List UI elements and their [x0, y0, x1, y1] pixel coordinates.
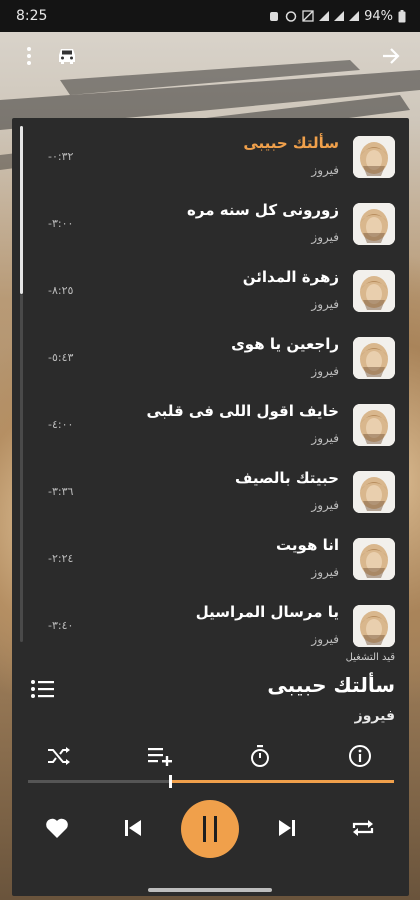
song-row[interactable]: خايف اقول اللى فى قلبى فيروز -٤:٠٠ [12, 394, 409, 461]
battery-icon [398, 9, 406, 22]
song-title: زهرة المدائن [242, 268, 339, 286]
artist-photo-icon [353, 203, 395, 245]
seek-bar-thumb[interactable] [169, 775, 172, 788]
repeat-button[interactable] [348, 813, 378, 843]
signal-icon [319, 11, 330, 21]
song-duration: -٥:٤٣ [48, 351, 74, 364]
pause-icon [203, 816, 217, 842]
playlist-add-icon [148, 748, 172, 766]
now-playing-label: قيد التشغيل [345, 652, 395, 663]
song-info-button[interactable] [345, 741, 375, 771]
song-artist: فيروز [311, 431, 339, 445]
song-artist: فيروز [311, 632, 339, 646]
queue-button[interactable] [30, 678, 56, 700]
seek-bar[interactable] [28, 775, 394, 788]
song-title: يا مرسال المراسيل [195, 603, 339, 621]
repeat-icon [352, 820, 374, 836]
shuffle-button[interactable] [44, 741, 74, 771]
artist-photo-icon [353, 538, 395, 580]
song-artist: فيروز [311, 163, 339, 177]
song-title: زورونى كل سنه مره [187, 201, 339, 219]
song-duration: -٤:٠٠ [48, 418, 74, 431]
song-row[interactable]: حبيتك بالصيف فيروز -٣:٣٦ [12, 461, 409, 528]
song-title: سألتك حبيبى [243, 134, 339, 152]
shuffle-icon [48, 747, 70, 765]
player-panel: سألتك حبيبى فيروز -٠:٣٢ زورونى كل سنه مر… [12, 118, 409, 896]
action-row [12, 741, 409, 771]
artist-photo-icon [353, 471, 395, 513]
previous-button[interactable] [118, 813, 148, 843]
song-artist: فيروز [311, 565, 339, 579]
song-duration: -٠:٣٢ [48, 150, 74, 163]
song-row[interactable]: راجعين يا هوى فيروز -٥:٤٣ [12, 327, 409, 394]
favorite-button[interactable] [42, 813, 72, 843]
list-icon [31, 680, 54, 698]
song-artist: فيروز [311, 297, 339, 311]
song-row[interactable]: سألتك حبيبى فيروز -٠:٣٢ [12, 126, 409, 193]
now-playing-title: سألتك حبيبى [267, 673, 395, 697]
mute-icon [302, 10, 314, 22]
artist-photo-icon [353, 136, 395, 178]
skip-previous-icon [125, 820, 141, 836]
sleep-timer-button[interactable] [245, 741, 275, 771]
now-playing-artist: فيروز [354, 708, 395, 724]
car-icon [59, 49, 75, 64]
song-duration: -٣:٤٠ [48, 619, 74, 632]
status-icons: 94% [268, 9, 406, 24]
forward-button[interactable] [376, 41, 406, 71]
artist-photo-icon [353, 270, 395, 312]
arrow-forward-icon [383, 48, 400, 64]
artist-photo-icon [353, 605, 395, 647]
alarm-icon [285, 11, 297, 22]
artist-photo-icon [353, 337, 395, 379]
home-gesture-pill[interactable] [148, 888, 272, 892]
play-pause-button[interactable] [181, 800, 239, 858]
song-thumbnail [353, 605, 395, 647]
song-title: حبيتك بالصيف [234, 469, 339, 487]
song-list: سألتك حبيبى فيروز -٠:٣٢ زورونى كل سنه مر… [12, 118, 409, 648]
next-button[interactable] [272, 813, 302, 843]
artist-photo-icon [353, 404, 395, 446]
info-icon [349, 745, 371, 767]
seek-bar-progress [171, 780, 394, 783]
song-thumbnail [353, 337, 395, 379]
song-row[interactable]: زورونى كل سنه مره فيروز -٣:٠٠ [12, 193, 409, 260]
signal-icon-2 [334, 11, 345, 21]
skip-next-icon [279, 820, 295, 836]
song-thumbnail [353, 203, 395, 245]
song-duration: -٣:٠٠ [48, 217, 74, 230]
gesture-nav-bar [0, 880, 420, 900]
song-duration: -٣:٣٦ [48, 485, 74, 498]
song-duration: -٢:٢٤ [48, 552, 74, 565]
song-row[interactable]: انا هويت فيروز -٢:٢٤ [12, 528, 409, 595]
song-duration: -٨:٢٥ [48, 284, 74, 297]
song-row[interactable]: زهرة المدائن فيروز -٨:٢٥ [12, 260, 409, 327]
wifi-icon [349, 11, 360, 21]
status-time: 8:25 [16, 8, 48, 24]
battery-text: 94% [364, 8, 393, 24]
song-thumbnail [353, 270, 395, 312]
status-bar: 8:25 94% [0, 0, 420, 32]
toolbar [0, 32, 420, 80]
song-thumbnail [353, 136, 395, 178]
song-title: انا هويت [276, 536, 339, 554]
playback-controls [12, 798, 409, 858]
add-to-playlist-button[interactable] [145, 741, 175, 771]
song-title: راجعين يا هوى [231, 335, 339, 353]
song-thumbnail [353, 538, 395, 580]
song-thumbnail [353, 404, 395, 446]
song-artist: فيروز [311, 498, 339, 512]
song-title: خايف اقول اللى فى قلبى [146, 402, 339, 420]
timer-icon [251, 745, 269, 767]
more-vert-icon [27, 47, 31, 65]
song-artist: فيروز [311, 230, 339, 244]
song-artist: فيروز [311, 364, 339, 378]
notification-icon [270, 12, 279, 21]
car-mode-button[interactable] [52, 41, 82, 71]
more-options-button[interactable] [14, 41, 44, 71]
heart-icon [46, 818, 68, 838]
song-thumbnail [353, 471, 395, 513]
